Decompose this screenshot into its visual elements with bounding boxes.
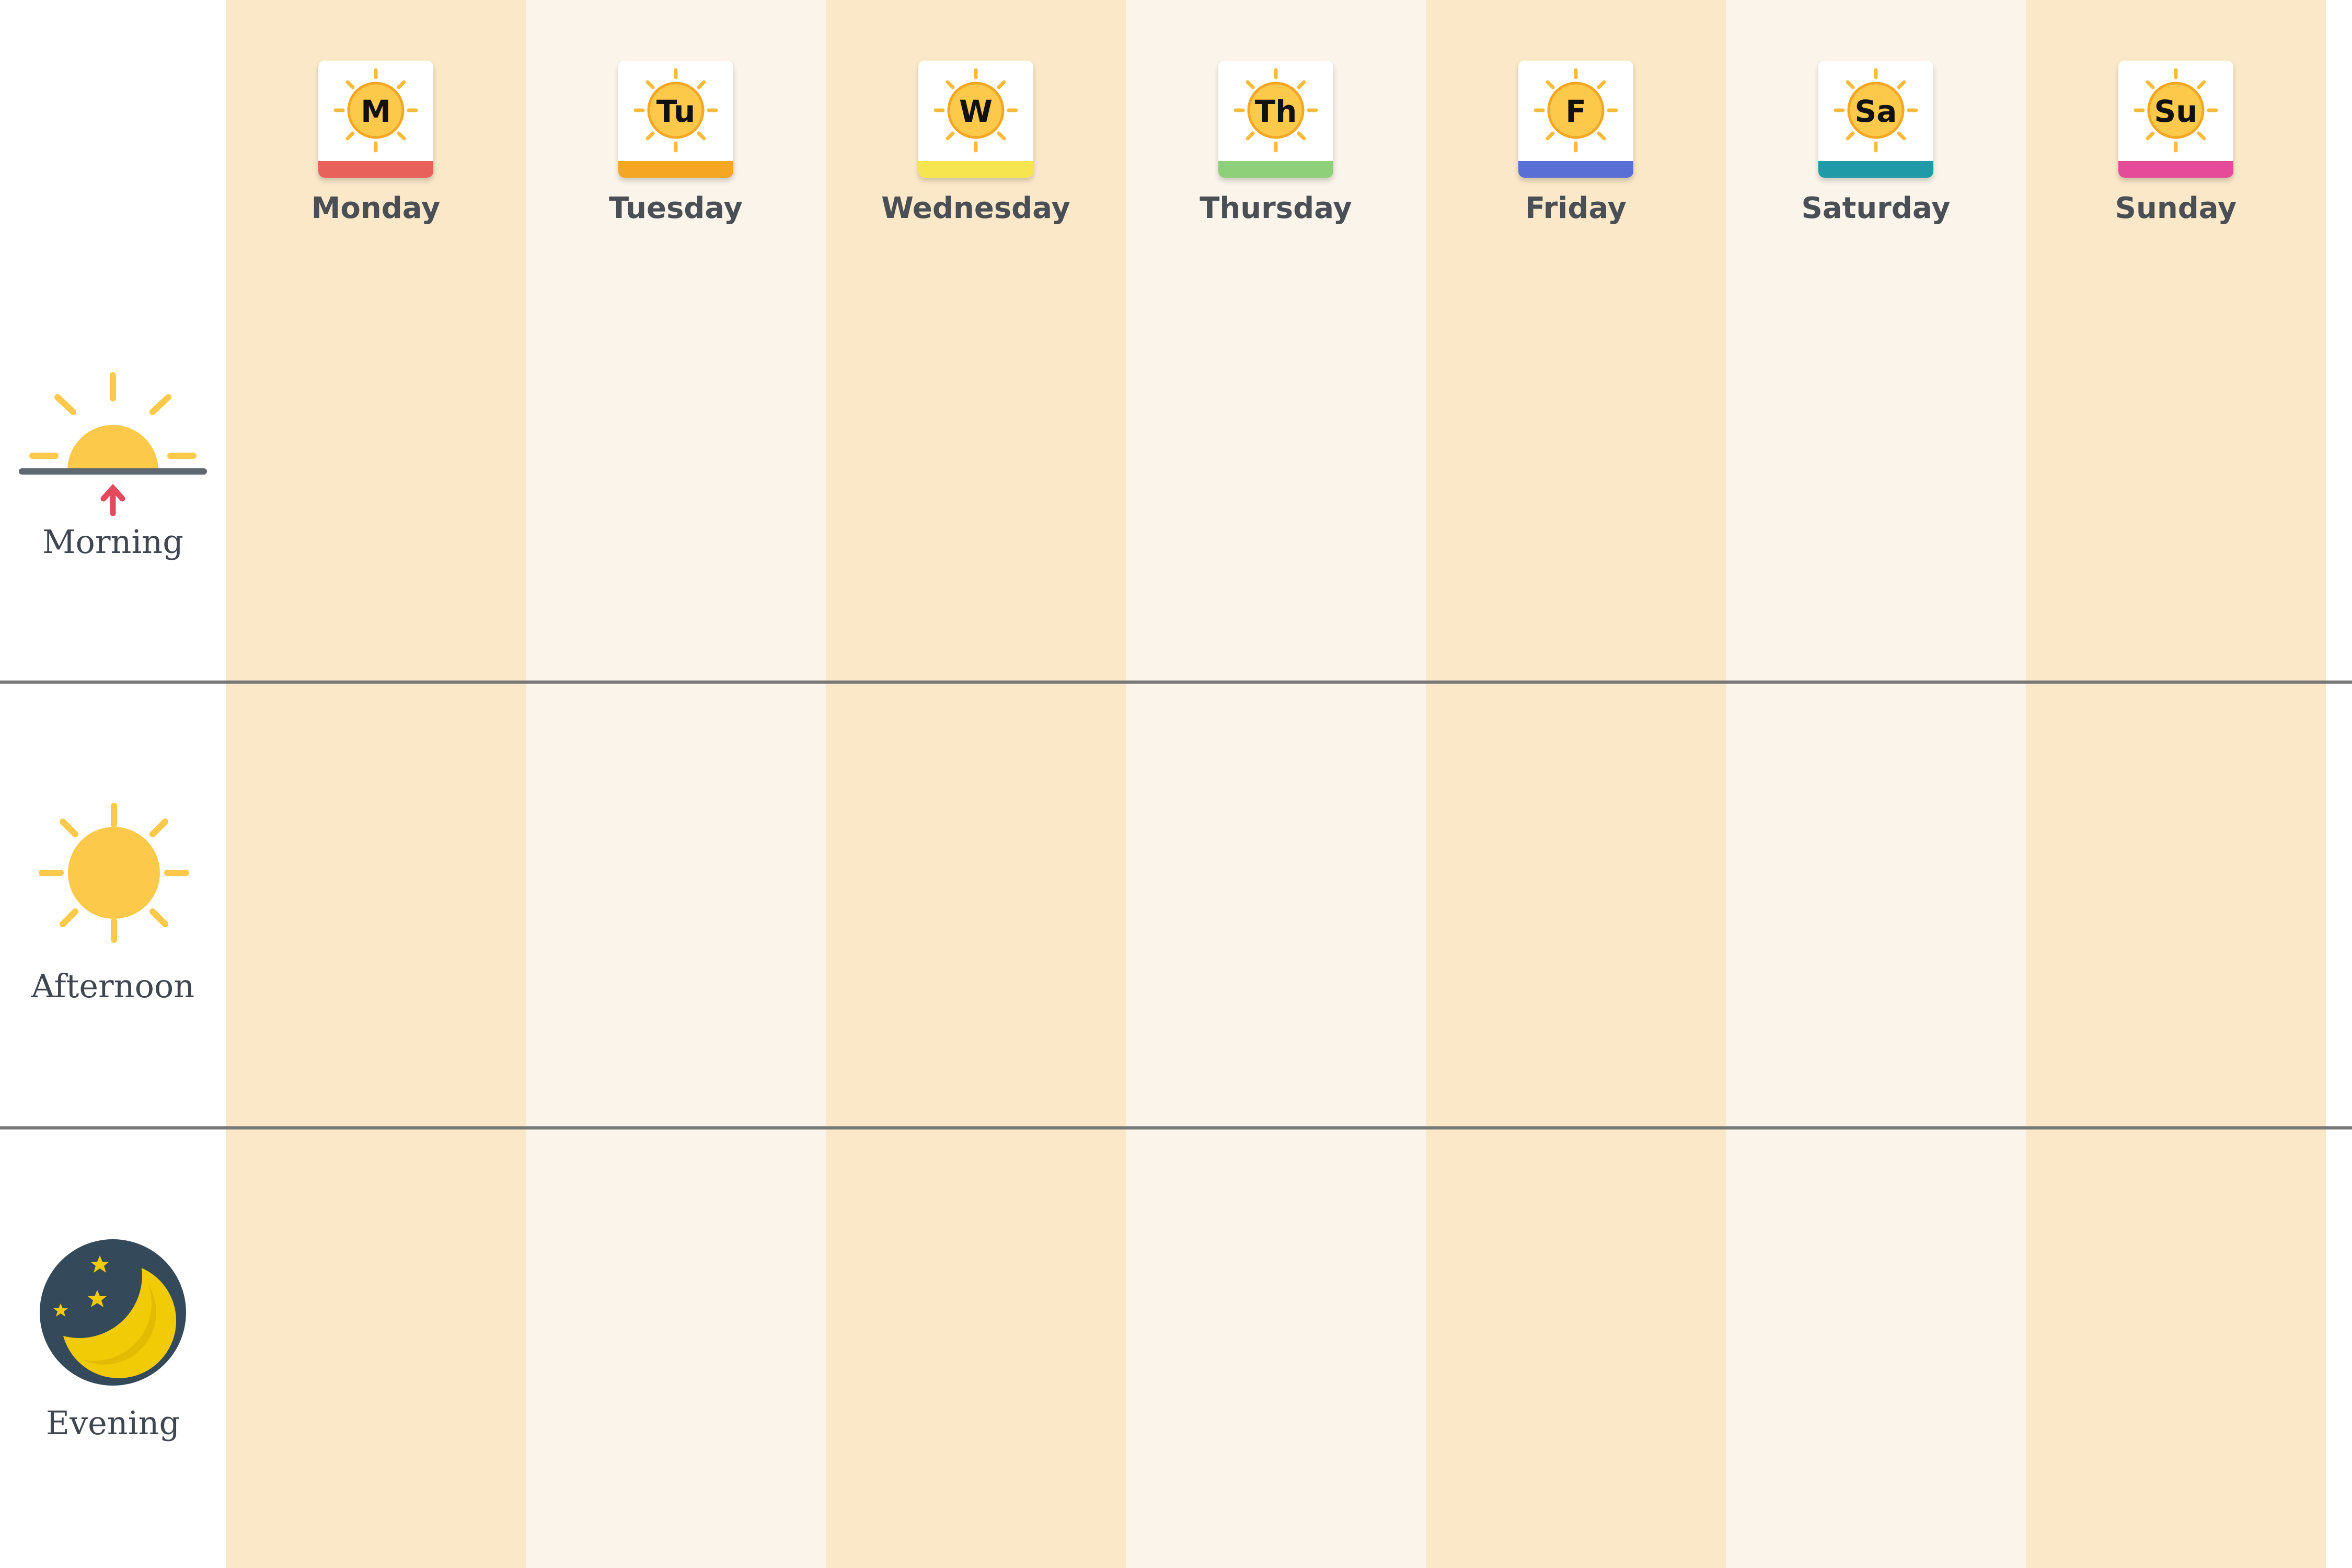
arrow-up-icon: [100, 483, 125, 516]
day-name-label: Friday: [1525, 191, 1627, 225]
day-color-bar: [318, 161, 433, 178]
day-card-thursday: Th: [1218, 61, 1333, 178]
day-name-label: Sunday: [2115, 191, 2237, 225]
day-name-label: Saturday: [1801, 191, 1951, 225]
day-color-bar: [2118, 161, 2233, 178]
day-color-bar: [1818, 161, 1933, 178]
day-header-thursday: Th Thursday: [1126, 61, 1426, 238]
sun-icon: [39, 803, 189, 943]
day-color-bar: [618, 161, 733, 178]
row-header-morning: Morning: [0, 366, 226, 575]
day-abbreviation: Th: [1254, 94, 1297, 129]
day-card-friday: F: [1518, 61, 1633, 178]
day-abbreviation: F: [1565, 94, 1586, 129]
period-label-morning: Morning: [42, 523, 183, 561]
period-label-afternoon: Afternoon: [31, 967, 195, 1005]
moon-icon: [40, 1239, 186, 1386]
day-card-saturday: Sa: [1818, 61, 1933, 178]
sunrise-icon: [19, 372, 207, 516]
day-abbreviation: M: [361, 94, 391, 129]
day-name-label: Thursday: [1200, 191, 1352, 225]
day-header-sunday: Su Sunday: [2026, 61, 2326, 238]
day-card-tuesday: Tu: [618, 61, 733, 178]
day-abbreviation: Tu: [656, 94, 696, 129]
day-header-wednesday: W Wednesday: [826, 61, 1126, 238]
day-name-label: Monday: [311, 191, 441, 225]
period-label-evening: Evening: [45, 1404, 180, 1442]
day-header-tuesday: Tu Tuesday: [526, 61, 826, 238]
day-color-bar: [1218, 161, 1333, 178]
row-header-afternoon: Afternoon: [0, 800, 226, 1024]
row-header-evening: Evening: [0, 1237, 226, 1456]
day-abbreviation: Su: [2154, 94, 2198, 129]
day-color-bar: [918, 161, 1033, 178]
day-color-bar: [1518, 161, 1633, 178]
row-divider-morning-afternoon: [0, 681, 2352, 684]
day-card-wednesday: W: [918, 61, 1033, 178]
day-abbreviation: W: [959, 94, 993, 129]
day-header-saturday: Sa Saturday: [1726, 61, 2026, 238]
row-divider-afternoon-evening: [0, 1126, 2352, 1129]
day-header-friday: F Friday: [1426, 61, 1726, 238]
day-abbreviation: Sa: [1854, 94, 1897, 129]
day-card-monday: M: [318, 61, 433, 178]
day-name-label: Wednesday: [881, 191, 1070, 225]
weekly-planner-grid: M Monday Tu Tuesday W Wednesday Th Thurs…: [0, 0, 2352, 1568]
day-name-label: Tuesday: [609, 191, 743, 225]
day-card-sunday: Su: [2118, 61, 2233, 178]
day-header-monday: M Monday: [226, 61, 526, 238]
